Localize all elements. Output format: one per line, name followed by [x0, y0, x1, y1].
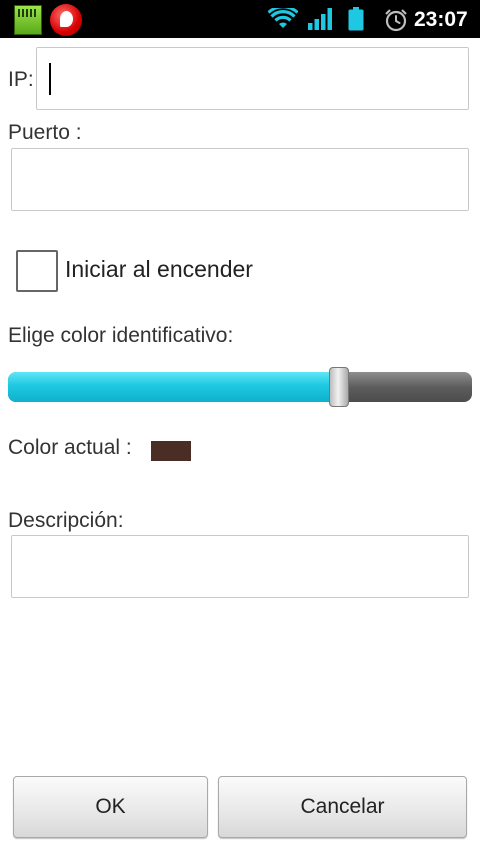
status-bar: 23:07 — [0, 0, 480, 38]
wifi-icon — [268, 8, 298, 28]
current-color-label: Color actual : — [8, 436, 132, 459]
ok-button[interactable]: OK — [13, 776, 208, 838]
description-input[interactable] — [11, 535, 469, 598]
alarm-icon — [385, 9, 407, 32]
signal-icon — [308, 8, 332, 30]
startup-checkbox-label[interactable]: Iniciar al encender — [65, 256, 253, 283]
clock-time: 23:07 — [414, 8, 468, 31]
text-cursor — [49, 63, 51, 95]
startup-checkbox-row[interactable]: Iniciar al encender — [16, 250, 276, 292]
color-slider[interactable] — [8, 367, 472, 409]
slider-fill — [8, 372, 339, 402]
battery-icon — [348, 7, 364, 31]
vodafone-icon — [50, 4, 82, 36]
slider-thumb[interactable] — [329, 367, 349, 407]
startup-checkbox[interactable] — [16, 250, 58, 292]
color-id-label: Elige color identificativo: — [8, 324, 234, 347]
current-color-swatch — [151, 441, 191, 461]
sd-card-icon — [14, 5, 42, 35]
description-label: Descripción: — [8, 509, 124, 532]
ip-input[interactable] — [36, 47, 469, 110]
cancel-button[interactable]: Cancelar — [218, 776, 467, 838]
ip-label: IP: — [8, 68, 34, 91]
port-label: Puerto : — [8, 121, 82, 144]
port-input[interactable] — [11, 148, 469, 211]
